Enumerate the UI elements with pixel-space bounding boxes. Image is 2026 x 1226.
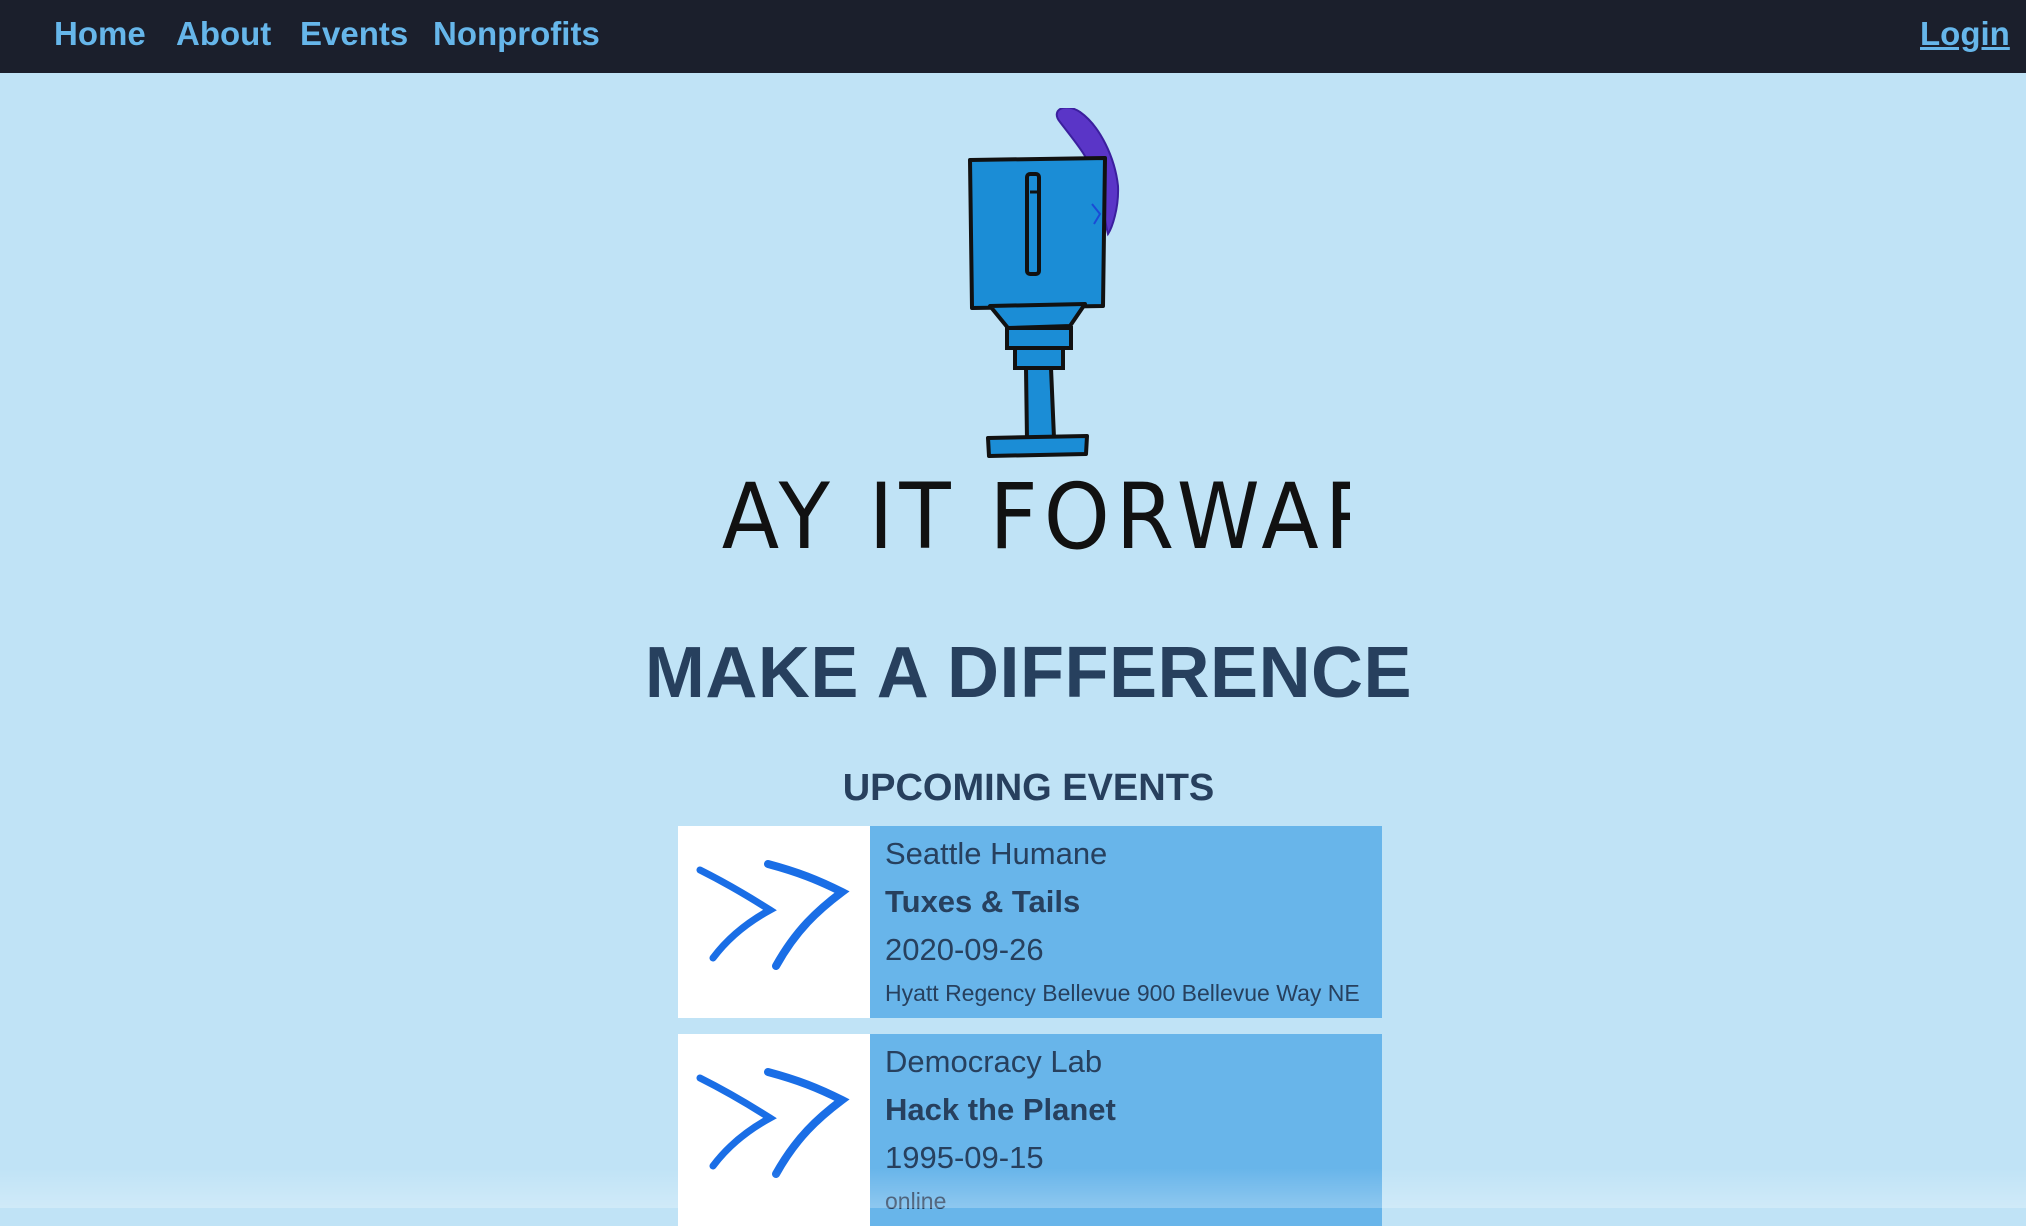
event-name: Hack the Planet [885,1092,1116,1127]
event-date: 2020-09-26 [885,932,1044,967]
event-location: online [885,1188,947,1214]
nav-link-login[interactable]: Login [1920,14,2010,54]
play-it-forward-logo: PLAY IT FORWARD [610,106,1454,578]
event-organization: Democracy Lab [885,1044,1103,1079]
event-name: Tuxes & Tails [885,884,1081,919]
event-details: Seattle Humane Tuxes & Tails 2020-09-26 … [870,826,1382,1018]
event-thumbnail [678,826,870,1018]
forward-chevrons-icon [696,1068,850,1178]
hero-title: MAKE A DIFFERENCE [644,633,1413,713]
event-organization: Seattle Humane [885,836,1108,871]
logo-wordmark: PLAY IT FORWARD [720,464,1350,570]
nav-link-home[interactable]: Home [54,14,146,54]
forward-chevrons-icon [696,860,850,970]
event-details: Democracy Lab Hack the Planet 1995-09-15… [870,1034,1382,1226]
nav-link-about[interactable]: About [176,14,271,54]
event-thumbnail [678,1034,870,1226]
event-card[interactable]: Seattle Humane Tuxes & Tails 2020-09-26 … [678,826,1382,1018]
event-location: Hyatt Regency Bellevue 900 Bellevue Way … [885,980,1360,1006]
event-date: 1995-09-15 [885,1140,1044,1175]
nav-link-nonprofits[interactable]: Nonprofits [433,14,600,54]
upcoming-events-title: UPCOMING EVENTS [842,767,1215,809]
nav-link-events[interactable]: Events [300,14,408,54]
top-navbar: Home About Events Nonprofits Login [0,0,2026,73]
event-card[interactable]: Democracy Lab Hack the Planet 1995-09-15… [678,1034,1382,1226]
trophy-icon: PLAY IT FORWARD [610,106,1454,570]
